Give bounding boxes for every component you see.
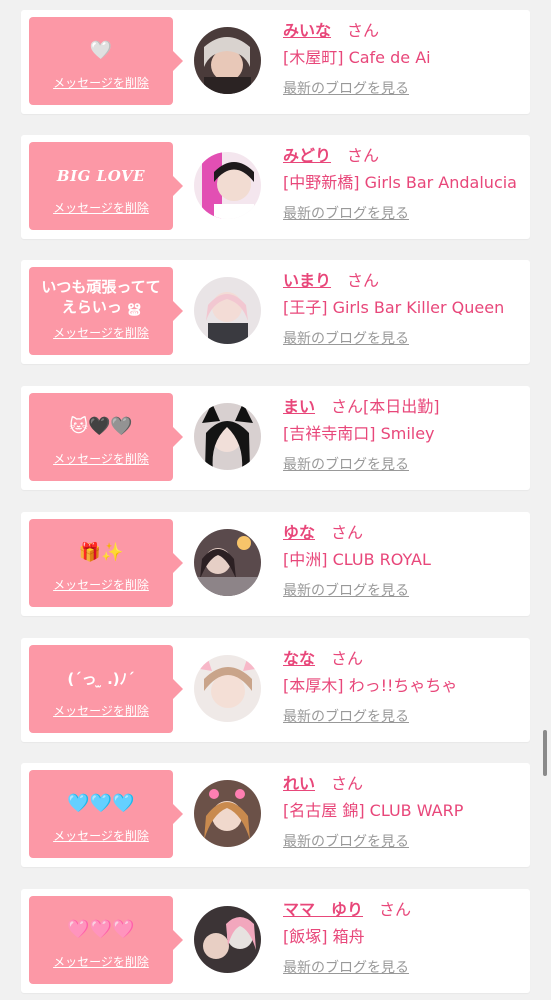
- shop-label: [本厚木] わっ!!ちゃちゃ: [283, 676, 458, 695]
- avatar[interactable]: [194, 780, 261, 847]
- cast-name-link[interactable]: ママ ゆり: [283, 896, 363, 920]
- message-bubble: 🤍 メッセージを削除: [29, 17, 183, 105]
- honorific: さん: [331, 523, 364, 542]
- message-text: 🤍: [89, 40, 113, 61]
- latest-blog-link[interactable]: 最新のブログを見る: [283, 957, 409, 977]
- latest-blog-link[interactable]: 最新のブログを見る: [283, 328, 409, 348]
- latest-blog-link[interactable]: 最新のブログを見る: [283, 454, 409, 474]
- cast-name-link[interactable]: ゆな: [283, 519, 315, 543]
- shop-label: [中洲] CLUB ROYAL: [283, 550, 431, 569]
- cast-name-link[interactable]: れい: [283, 770, 315, 794]
- delete-message-link[interactable]: メッセージを削除: [29, 702, 173, 719]
- shop-label: [王子] Girls Bar Killer Queen: [283, 298, 505, 317]
- avatar[interactable]: [194, 655, 261, 722]
- cast-name-link[interactable]: まい: [283, 393, 315, 417]
- honorific: さん: [331, 774, 364, 793]
- delete-message-link[interactable]: メッセージを削除: [29, 576, 173, 593]
- avatar[interactable]: [194, 906, 261, 973]
- avatar[interactable]: [194, 152, 261, 219]
- shop-label: [飯塚] 箱舟: [283, 927, 365, 946]
- delete-message-link[interactable]: メッセージを削除: [29, 450, 173, 467]
- shop-label: [吉祥寺南口] Smiley: [283, 424, 435, 443]
- delete-message-link[interactable]: メッセージを削除: [29, 74, 173, 91]
- honorific: さん: [331, 397, 364, 416]
- message-bubble: いつも頑張ってて えらいっ ൠ メッセージを削除: [29, 267, 183, 355]
- honorific: さん: [331, 649, 364, 668]
- shop-label: [名古屋 錦] CLUB WARP: [283, 801, 464, 820]
- message-card: 🩵🩵🩵 メッセージを削除 れい さん [名古屋 錦] CLUB WARP 最新のブ…: [21, 763, 530, 867]
- cast-name-link[interactable]: なな: [283, 645, 315, 669]
- message-text: いつも頑張ってて えらいっ ൠ: [41, 278, 161, 316]
- avatar[interactable]: [194, 277, 261, 344]
- latest-blog-link[interactable]: 最新のブログを見る: [283, 831, 409, 851]
- message-bubble: (´っ ̫ .)ﾉ´ メッセージを削除: [29, 645, 183, 733]
- message-text: 🩷🩷🩷: [67, 919, 135, 940]
- honorific: さん: [347, 146, 380, 165]
- delete-message-link[interactable]: メッセージを削除: [29, 827, 173, 844]
- latest-blog-link[interactable]: 最新のブログを見る: [283, 706, 409, 726]
- scrollbar[interactable]: [543, 730, 547, 776]
- shop-label: [中野新橋] Girls Bar Andalucia: [283, 173, 517, 192]
- status-text: [本日出勤]: [363, 397, 440, 416]
- message-card: 🤍 メッセージを削除 みいな さん [木屋町] Cafe de Ai 最新のブログ…: [21, 10, 530, 114]
- latest-blog-link[interactable]: 最新のブログを見る: [283, 580, 409, 600]
- latest-blog-link[interactable]: 最新のブログを見る: [283, 78, 409, 98]
- latest-blog-link[interactable]: 最新のブログを見る: [283, 203, 409, 223]
- cast-name-link[interactable]: みいな: [283, 17, 331, 41]
- honorific: さん: [347, 271, 380, 290]
- message-text: (´っ ̫ .)ﾉ´: [67, 670, 135, 688]
- message-card: 🩷🩷🩷 メッセージを削除 ママ ゆり さん [飯塚] 箱舟 最新のブログを見る: [21, 889, 530, 993]
- avatar[interactable]: [194, 403, 261, 470]
- message-bubble: 🐱🖤🩶 メッセージを削除: [29, 393, 183, 481]
- message-bubble: 🎁✨ メッセージを削除: [29, 519, 183, 607]
- honorific: さん: [379, 900, 412, 919]
- cast-name-link[interactable]: みどり: [283, 142, 331, 166]
- message-bubble: 🩷🩷🩷 メッセージを削除: [29, 896, 183, 984]
- cast-name-link[interactable]: いまり: [283, 267, 331, 291]
- message-text: 🐱🖤🩶: [69, 416, 133, 437]
- message-card: BIG LOVE メッセージを削除 みどり さん [中野新橋] Girls Bar…: [21, 135, 530, 239]
- shop-label: [木屋町] Cafe de Ai: [283, 48, 431, 67]
- delete-message-link[interactable]: メッセージを削除: [29, 953, 173, 970]
- message-bubble: BIG LOVE メッセージを削除: [29, 142, 183, 230]
- honorific: さん: [347, 21, 380, 40]
- message-card: 🎁✨ メッセージを削除 ゆな さん [中洲] CLUB ROYAL 最新のブログを…: [21, 512, 530, 616]
- message-card: いつも頑張ってて えらいっ ൠ メッセージを削除 いまり さん [王子] Girl…: [21, 260, 530, 364]
- delete-message-link[interactable]: メッセージを削除: [29, 324, 173, 341]
- delete-message-link[interactable]: メッセージを削除: [29, 199, 173, 216]
- message-card: (´っ ̫ .)ﾉ´ メッセージを削除 なな さん [本厚木] わっ!!ちゃちゃ …: [21, 638, 530, 742]
- message-bubble: 🩵🩵🩵 メッセージを削除: [29, 770, 183, 858]
- message-text: 🩵🩵🩵: [67, 793, 135, 814]
- message-text: 🎁✨: [78, 542, 124, 563]
- message-text: BIG LOVE: [56, 167, 146, 185]
- avatar[interactable]: [194, 529, 261, 596]
- avatar[interactable]: [194, 27, 261, 94]
- message-card: 🐱🖤🩶 メッセージを削除 まい さん [本日出勤] [吉祥寺南口] Smiley 最…: [21, 386, 530, 490]
